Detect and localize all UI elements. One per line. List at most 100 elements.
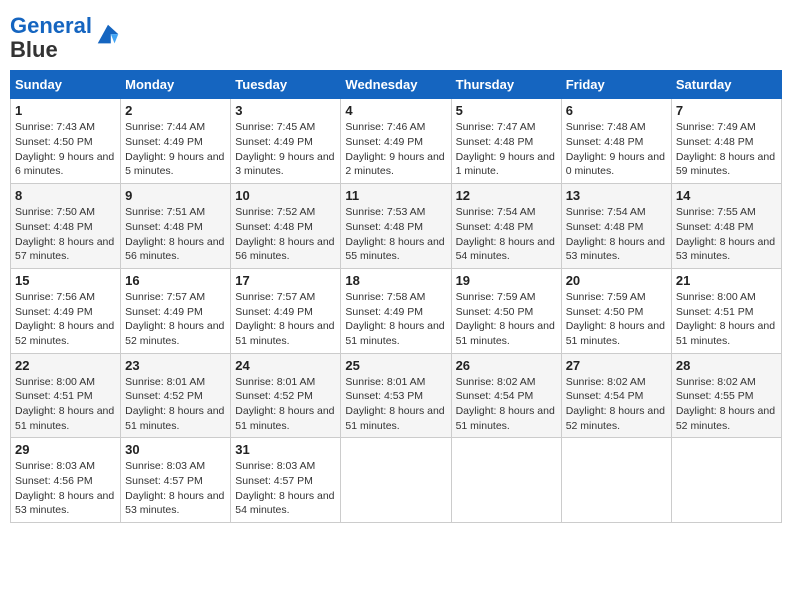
day-number: 31 (235, 442, 336, 457)
calendar-week-1: 1 Sunrise: 7:43 AM Sunset: 4:50 PM Dayli… (11, 99, 782, 184)
day-number: 1 (15, 103, 116, 118)
calendar-cell: 12 Sunrise: 7:54 AM Sunset: 4:48 PM Dayl… (451, 184, 561, 269)
day-info: Sunrise: 7:45 AM Sunset: 4:49 PM Dayligh… (235, 120, 336, 179)
day-number: 21 (676, 273, 777, 288)
calendar-cell: 10 Sunrise: 7:52 AM Sunset: 4:48 PM Dayl… (231, 184, 341, 269)
calendar-cell: 4 Sunrise: 7:46 AM Sunset: 4:49 PM Dayli… (341, 99, 451, 184)
calendar-header-tuesday: Tuesday (231, 71, 341, 99)
day-number: 22 (15, 358, 116, 373)
day-info: Sunrise: 7:43 AM Sunset: 4:50 PM Dayligh… (15, 120, 116, 179)
day-info: Sunrise: 7:44 AM Sunset: 4:49 PM Dayligh… (125, 120, 226, 179)
calendar-cell: 20 Sunrise: 7:59 AM Sunset: 4:50 PM Dayl… (561, 268, 671, 353)
day-number: 17 (235, 273, 336, 288)
day-number: 18 (345, 273, 446, 288)
calendar-cell (671, 438, 781, 523)
day-info: Sunrise: 7:51 AM Sunset: 4:48 PM Dayligh… (125, 205, 226, 264)
day-info: Sunrise: 8:03 AM Sunset: 4:57 PM Dayligh… (235, 459, 336, 518)
day-number: 20 (566, 273, 667, 288)
calendar-cell: 19 Sunrise: 7:59 AM Sunset: 4:50 PM Dayl… (451, 268, 561, 353)
day-number: 27 (566, 358, 667, 373)
calendar-week-4: 22 Sunrise: 8:00 AM Sunset: 4:51 PM Dayl… (11, 353, 782, 438)
calendar-cell (561, 438, 671, 523)
calendar-cell: 26 Sunrise: 8:02 AM Sunset: 4:54 PM Dayl… (451, 353, 561, 438)
calendar-cell: 14 Sunrise: 7:55 AM Sunset: 4:48 PM Dayl… (671, 184, 781, 269)
day-info: Sunrise: 7:57 AM Sunset: 4:49 PM Dayligh… (125, 290, 226, 349)
day-info: Sunrise: 8:01 AM Sunset: 4:52 PM Dayligh… (125, 375, 226, 434)
calendar-header-monday: Monday (121, 71, 231, 99)
day-info: Sunrise: 7:57 AM Sunset: 4:49 PM Dayligh… (235, 290, 336, 349)
day-info: Sunrise: 7:52 AM Sunset: 4:48 PM Dayligh… (235, 205, 336, 264)
day-number: 15 (15, 273, 116, 288)
day-info: Sunrise: 7:53 AM Sunset: 4:48 PM Dayligh… (345, 205, 446, 264)
day-info: Sunrise: 7:55 AM Sunset: 4:48 PM Dayligh… (676, 205, 777, 264)
day-info: Sunrise: 8:01 AM Sunset: 4:52 PM Dayligh… (235, 375, 336, 434)
day-info: Sunrise: 8:01 AM Sunset: 4:53 PM Dayligh… (345, 375, 446, 434)
calendar-cell: 22 Sunrise: 8:00 AM Sunset: 4:51 PM Dayl… (11, 353, 121, 438)
calendar-cell: 29 Sunrise: 8:03 AM Sunset: 4:56 PM Dayl… (11, 438, 121, 523)
day-info: Sunrise: 8:00 AM Sunset: 4:51 PM Dayligh… (676, 290, 777, 349)
day-number: 6 (566, 103, 667, 118)
day-number: 28 (676, 358, 777, 373)
calendar-cell: 9 Sunrise: 7:51 AM Sunset: 4:48 PM Dayli… (121, 184, 231, 269)
calendar-cell: 15 Sunrise: 7:56 AM Sunset: 4:49 PM Dayl… (11, 268, 121, 353)
logo: GeneralBlue (10, 14, 122, 62)
calendar-cell: 27 Sunrise: 8:02 AM Sunset: 4:54 PM Dayl… (561, 353, 671, 438)
calendar-table: SundayMondayTuesdayWednesdayThursdayFrid… (10, 70, 782, 523)
calendar-week-2: 8 Sunrise: 7:50 AM Sunset: 4:48 PM Dayli… (11, 184, 782, 269)
calendar-cell: 17 Sunrise: 7:57 AM Sunset: 4:49 PM Dayl… (231, 268, 341, 353)
calendar-header-wednesday: Wednesday (341, 71, 451, 99)
day-number: 29 (15, 442, 116, 457)
calendar-header-sunday: Sunday (11, 71, 121, 99)
day-info: Sunrise: 7:48 AM Sunset: 4:48 PM Dayligh… (566, 120, 667, 179)
day-number: 8 (15, 188, 116, 203)
calendar-header-saturday: Saturday (671, 71, 781, 99)
calendar-header-friday: Friday (561, 71, 671, 99)
calendar-cell: 21 Sunrise: 8:00 AM Sunset: 4:51 PM Dayl… (671, 268, 781, 353)
calendar-week-5: 29 Sunrise: 8:03 AM Sunset: 4:56 PM Dayl… (11, 438, 782, 523)
day-info: Sunrise: 7:54 AM Sunset: 4:48 PM Dayligh… (566, 205, 667, 264)
calendar-week-3: 15 Sunrise: 7:56 AM Sunset: 4:49 PM Dayl… (11, 268, 782, 353)
day-info: Sunrise: 7:46 AM Sunset: 4:49 PM Dayligh… (345, 120, 446, 179)
calendar-cell: 16 Sunrise: 7:57 AM Sunset: 4:49 PM Dayl… (121, 268, 231, 353)
day-info: Sunrise: 7:47 AM Sunset: 4:48 PM Dayligh… (456, 120, 557, 179)
calendar-cell: 24 Sunrise: 8:01 AM Sunset: 4:52 PM Dayl… (231, 353, 341, 438)
day-number: 25 (345, 358, 446, 373)
day-info: Sunrise: 7:56 AM Sunset: 4:49 PM Dayligh… (15, 290, 116, 349)
day-number: 11 (345, 188, 446, 203)
day-number: 10 (235, 188, 336, 203)
day-number: 16 (125, 273, 226, 288)
day-number: 30 (125, 442, 226, 457)
day-number: 14 (676, 188, 777, 203)
calendar-cell (451, 438, 561, 523)
calendar-cell: 1 Sunrise: 7:43 AM Sunset: 4:50 PM Dayli… (11, 99, 121, 184)
calendar-header-thursday: Thursday (451, 71, 561, 99)
logo-text: GeneralBlue (10, 14, 92, 62)
day-number: 9 (125, 188, 226, 203)
calendar-cell: 13 Sunrise: 7:54 AM Sunset: 4:48 PM Dayl… (561, 184, 671, 269)
calendar-cell: 8 Sunrise: 7:50 AM Sunset: 4:48 PM Dayli… (11, 184, 121, 269)
day-info: Sunrise: 8:00 AM Sunset: 4:51 PM Dayligh… (15, 375, 116, 434)
calendar-cell: 31 Sunrise: 8:03 AM Sunset: 4:57 PM Dayl… (231, 438, 341, 523)
day-number: 2 (125, 103, 226, 118)
calendar-cell: 25 Sunrise: 8:01 AM Sunset: 4:53 PM Dayl… (341, 353, 451, 438)
calendar-cell: 6 Sunrise: 7:48 AM Sunset: 4:48 PM Dayli… (561, 99, 671, 184)
calendar-cell: 11 Sunrise: 7:53 AM Sunset: 4:48 PM Dayl… (341, 184, 451, 269)
calendar-cell: 5 Sunrise: 7:47 AM Sunset: 4:48 PM Dayli… (451, 99, 561, 184)
day-number: 4 (345, 103, 446, 118)
day-info: Sunrise: 8:03 AM Sunset: 4:57 PM Dayligh… (125, 459, 226, 518)
day-info: Sunrise: 8:02 AM Sunset: 4:54 PM Dayligh… (456, 375, 557, 434)
day-info: Sunrise: 7:59 AM Sunset: 4:50 PM Dayligh… (456, 290, 557, 349)
day-number: 5 (456, 103, 557, 118)
day-info: Sunrise: 7:59 AM Sunset: 4:50 PM Dayligh… (566, 290, 667, 349)
day-number: 12 (456, 188, 557, 203)
calendar-header-row: SundayMondayTuesdayWednesdayThursdayFrid… (11, 71, 782, 99)
calendar-cell: 28 Sunrise: 8:02 AM Sunset: 4:55 PM Dayl… (671, 353, 781, 438)
day-number: 23 (125, 358, 226, 373)
page-header: GeneralBlue (10, 10, 782, 62)
day-info: Sunrise: 8:03 AM Sunset: 4:56 PM Dayligh… (15, 459, 116, 518)
day-number: 13 (566, 188, 667, 203)
day-number: 7 (676, 103, 777, 118)
day-info: Sunrise: 7:54 AM Sunset: 4:48 PM Dayligh… (456, 205, 557, 264)
calendar-cell (341, 438, 451, 523)
day-info: Sunrise: 8:02 AM Sunset: 4:55 PM Dayligh… (676, 375, 777, 434)
